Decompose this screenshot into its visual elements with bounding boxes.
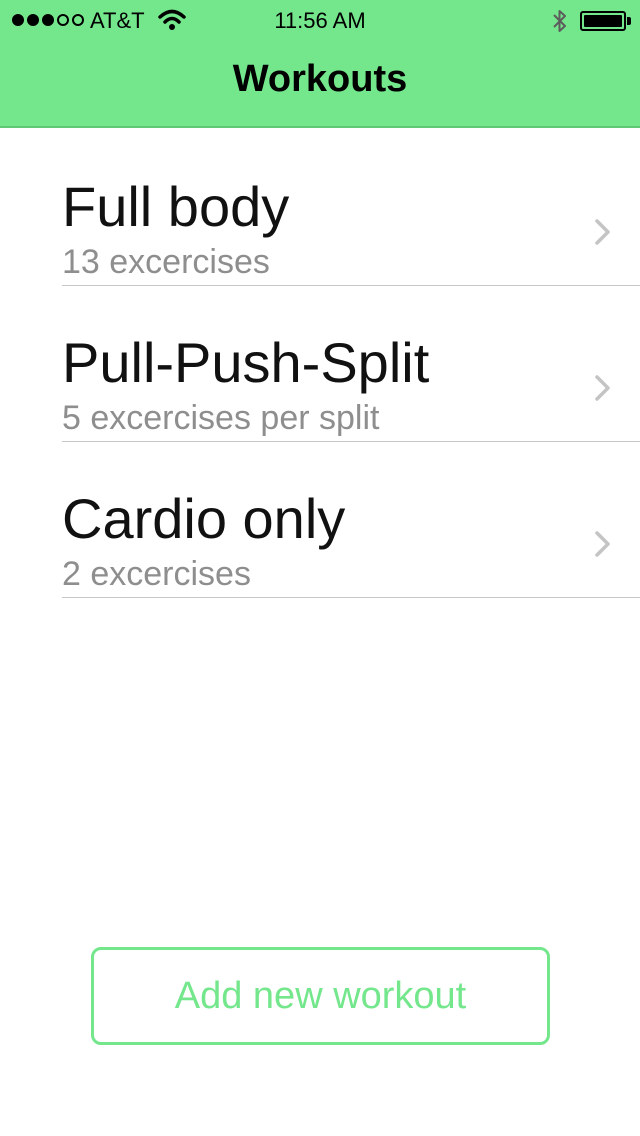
battery-icon [580, 11, 626, 31]
status-time: 11:56 AM [274, 8, 366, 33]
workout-title: Cardio only [62, 487, 346, 550]
list-item-full-body[interactable]: Full body 13 excercises [0, 130, 640, 286]
chevron-right-icon [594, 218, 612, 251]
status-bar: AT&T 11:56 AM [0, 0, 640, 40]
workout-subtitle: 5 excercises per split [62, 399, 380, 437]
list-item-cardio-only[interactable]: Cardio only 2 excercises [0, 442, 640, 598]
list-item-pull-push-split[interactable]: Pull-Push-Split 5 excercises per split [0, 286, 640, 442]
chevron-right-icon [594, 374, 612, 407]
workout-title: Full body [62, 175, 290, 238]
page-title: Workouts [232, 58, 408, 100]
add-new-workout-button[interactable]: Add new workout [91, 947, 550, 1045]
workout-subtitle: 2 excercises [62, 555, 251, 593]
chevron-right-icon [594, 530, 612, 563]
workout-title: Pull-Push-Split [62, 331, 430, 394]
workout-list: Full body 13 excercises Pull-Push-Split … [0, 130, 640, 598]
navigation-header: AT&T 11:56 AM Workouts [0, 0, 640, 128]
bluetooth-icon [551, 8, 569, 39]
row-divider [62, 597, 640, 598]
workout-subtitle: 13 excercises [62, 243, 270, 281]
battery-tip [627, 17, 631, 25]
